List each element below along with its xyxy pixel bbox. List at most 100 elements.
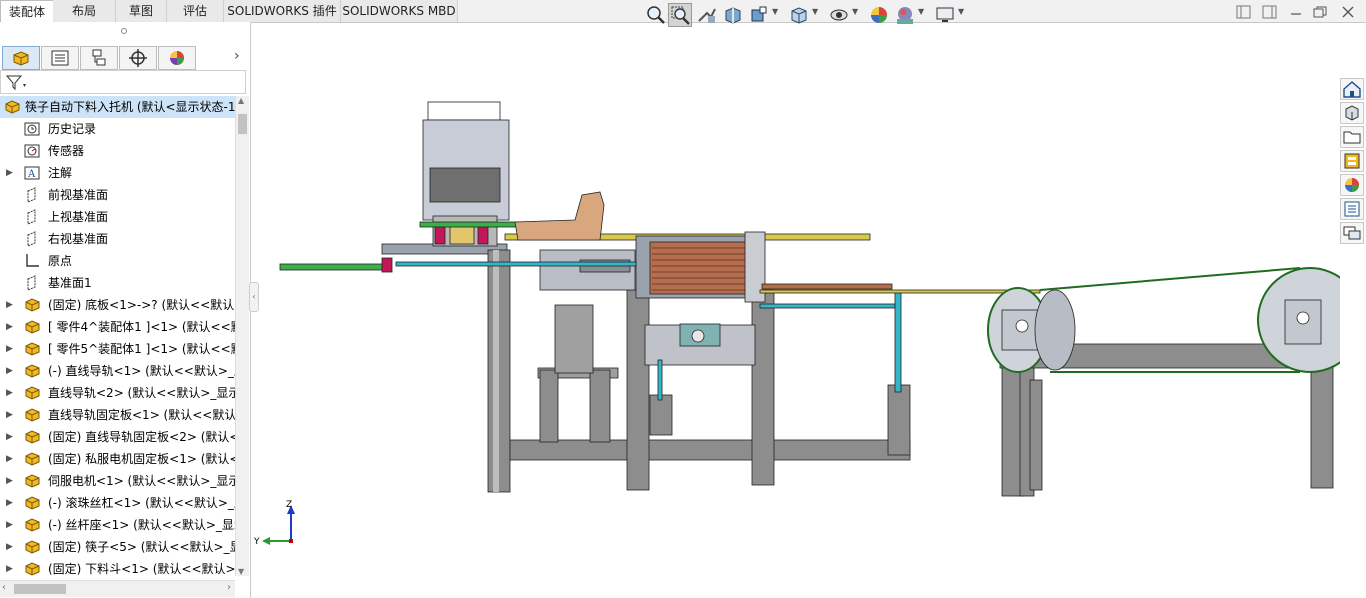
scroll-up-icon[interactable]: ▲	[238, 96, 244, 105]
tree-item[interactable]: ▶ 直线导轨<2> (默认<<默认>_显示	[0, 382, 235, 404]
scroll-left-icon[interactable]: ‹	[2, 582, 6, 593]
tree-item[interactable]: ▶ (-) 直线导轨<1> (默认<<默认>_显	[0, 360, 235, 382]
task-pane-file-explorer-button[interactable]	[1340, 126, 1364, 148]
history-icon	[24, 121, 41, 137]
tree-item[interactable]: 前视基准面	[0, 184, 235, 206]
tree-item[interactable]: ▶ (固定) 筷子<5> (默认<<默认>_显	[0, 536, 235, 558]
scrollbar-thumb[interactable]	[14, 584, 66, 594]
tree-filter[interactable]	[0, 70, 246, 94]
tree-item[interactable]: 原点	[0, 250, 235, 272]
tree-item[interactable]: ▶ 直线导轨固定板<1> (默认<<默认>_	[0, 404, 235, 426]
tree-item[interactable]: ▶ (固定) 底板<1>->? (默认<<默认>_显示	[0, 294, 235, 316]
tree-item[interactable]: ▶ A 注解	[0, 162, 235, 184]
tree-item-label: (-) 丝杆座<1> (默认<<默认>_显示	[48, 518, 235, 532]
tab-solidworks-addins[interactable]: SOLIDWORKS 插件	[224, 0, 341, 22]
expand-arrow-icon[interactable]: ▶	[6, 470, 16, 492]
tree-item[interactable]: ▶ (-) 滚珠丝杠<1> (默认<<默认>_显	[0, 492, 235, 514]
graphics-area[interactable]: Z Y	[251, 23, 1340, 598]
propertymanager-tab[interactable]	[41, 46, 79, 70]
tab-sketch[interactable]: 草图	[116, 0, 167, 22]
featuremanager-panel: › 筷子自动下料入托机 (默认<显示状态-1>) 历史记录 传感器 ▶ A 注解 前视基准面…	[0, 22, 251, 598]
task-pane-home-button[interactable]	[1340, 78, 1364, 100]
tree-item[interactable]: ▶ (固定) 私服电机固定板<1> (默认<	[0, 448, 235, 470]
part-icon	[24, 297, 41, 313]
restore-right-icon[interactable]	[1262, 5, 1278, 19]
panel-tabs: ›	[0, 46, 248, 70]
tree-vertical-scrollbar[interactable]: ▲ ▼	[235, 96, 249, 576]
tree-item[interactable]: 基准面1	[0, 272, 235, 294]
panel-splitter-handle[interactable]	[121, 28, 127, 34]
expand-arrow-icon[interactable]: ▶	[6, 492, 16, 514]
task-pane-forum-button[interactable]	[1340, 222, 1364, 244]
restore-left-icon[interactable]	[1236, 5, 1252, 19]
expand-arrow-icon[interactable]: ▶	[6, 316, 16, 338]
task-pane-custom-properties-button[interactable]	[1340, 198, 1364, 220]
expand-arrow-icon[interactable]: ▶	[6, 404, 16, 426]
design-library-icon	[1345, 105, 1359, 121]
expand-arrow-icon[interactable]: ▶	[6, 514, 16, 536]
tree-item-label: 直线导轨固定板<1> (默认<<默认>_	[48, 408, 235, 422]
part-icon	[24, 495, 41, 511]
tree-item[interactable]: ▶ [ 零件4^装配体1 ]<1> (默认<<默	[0, 316, 235, 338]
scroll-right-icon[interactable]: ›	[227, 582, 231, 593]
tree-root-assembly[interactable]: 筷子自动下料入托机 (默认<显示状态-1>)	[0, 96, 235, 118]
part-icon	[24, 319, 41, 335]
featuremanager-icon	[13, 51, 29, 66]
minimize-icon[interactable]	[1288, 5, 1304, 19]
task-pane-design-library-button[interactable]	[1340, 102, 1364, 124]
task-pane-tabs	[1340, 78, 1366, 246]
tree-item[interactable]: 历史记录	[0, 118, 235, 140]
tree-item[interactable]: ▶ 伺服电机<1> (默认<<默认>_显示	[0, 470, 235, 492]
dropdown-arrow-icon[interactable]: ▼	[772, 7, 778, 16]
annotation-icon: A	[24, 165, 41, 181]
expand-arrow-icon[interactable]: ▶	[6, 338, 16, 360]
task-pane-view-palette-button[interactable]	[1340, 150, 1364, 172]
custom-properties-icon	[1344, 201, 1360, 217]
task-pane-appearances-button[interactable]	[1340, 174, 1364, 196]
dimxpertmanager-tab[interactable]	[119, 46, 157, 70]
restore-icon[interactable]	[1312, 5, 1328, 19]
tab-solidworks-mbd[interactable]: SOLIDWORKS MBD	[341, 0, 458, 22]
scroll-down-icon[interactable]: ▼	[238, 567, 244, 576]
home-icon	[1343, 81, 1361, 98]
close-icon[interactable]	[1340, 5, 1356, 19]
dropdown-arrow-icon[interactable]: ▼	[918, 7, 924, 16]
tree-item[interactable]: 上视基准面	[0, 206, 235, 228]
tab-layout[interactable]: 布局	[53, 0, 116, 22]
dropdown-arrow-icon[interactable]: ▼	[812, 7, 818, 16]
tab-evaluate[interactable]: 评估	[167, 0, 224, 22]
expand-arrow-icon[interactable]: ▶	[6, 162, 16, 184]
expand-arrow-icon[interactable]: ▶	[6, 294, 16, 316]
expand-arrow-icon[interactable]: ▶	[6, 448, 16, 470]
expand-arrow-icon[interactable]: ▶	[6, 558, 16, 576]
tree-item-label: 原点	[48, 254, 73, 268]
configurationmanager-tab[interactable]	[80, 46, 118, 70]
configurationmanager-icon	[92, 49, 106, 66]
part-icon	[24, 429, 41, 445]
scrollbar-thumb[interactable]	[238, 114, 247, 134]
tree-item[interactable]: 右视基准面	[0, 228, 235, 250]
part-icon	[24, 473, 41, 489]
tree-item[interactable]: ▶ [ 零件5^装配体1 ]<1> (默认<<默	[0, 338, 235, 360]
tab-assembly[interactable]: 装配体	[0, 0, 54, 23]
tree-horizontal-scrollbar[interactable]: ‹ ›	[0, 580, 235, 597]
origin-icon	[24, 253, 41, 269]
filter-icon[interactable]	[5, 74, 29, 92]
featuremanager-tab[interactable]	[2, 46, 40, 70]
displaymanager-tab[interactable]	[158, 46, 196, 70]
tree-item[interactable]: 传感器	[0, 140, 235, 162]
tree-item[interactable]: ▶ (固定) 下料斗<1> (默认<<默认>_	[0, 558, 235, 576]
view-palette-icon	[1344, 153, 1360, 169]
expand-arrow-icon[interactable]: ▶	[6, 382, 16, 404]
chevron-right-icon[interactable]: ›	[234, 48, 240, 64]
plane-icon	[24, 187, 41, 203]
tree-item[interactable]: ▶ (固定) 直线导轨固定板<2> (默认<	[0, 426, 235, 448]
tree-item[interactable]: ▶ (-) 丝杆座<1> (默认<<默认>_显示	[0, 514, 235, 536]
tree-item-label: 伺服电机<1> (默认<<默认>_显示	[48, 474, 235, 488]
expand-arrow-icon[interactable]: ▶	[6, 426, 16, 448]
expand-arrow-icon[interactable]: ▶	[6, 536, 16, 558]
expand-arrow-icon[interactable]: ▶	[6, 360, 16, 382]
dropdown-arrow-icon[interactable]: ▼	[852, 7, 858, 16]
sensor-icon	[24, 143, 41, 159]
dropdown-arrow-icon[interactable]: ▼	[958, 7, 964, 16]
